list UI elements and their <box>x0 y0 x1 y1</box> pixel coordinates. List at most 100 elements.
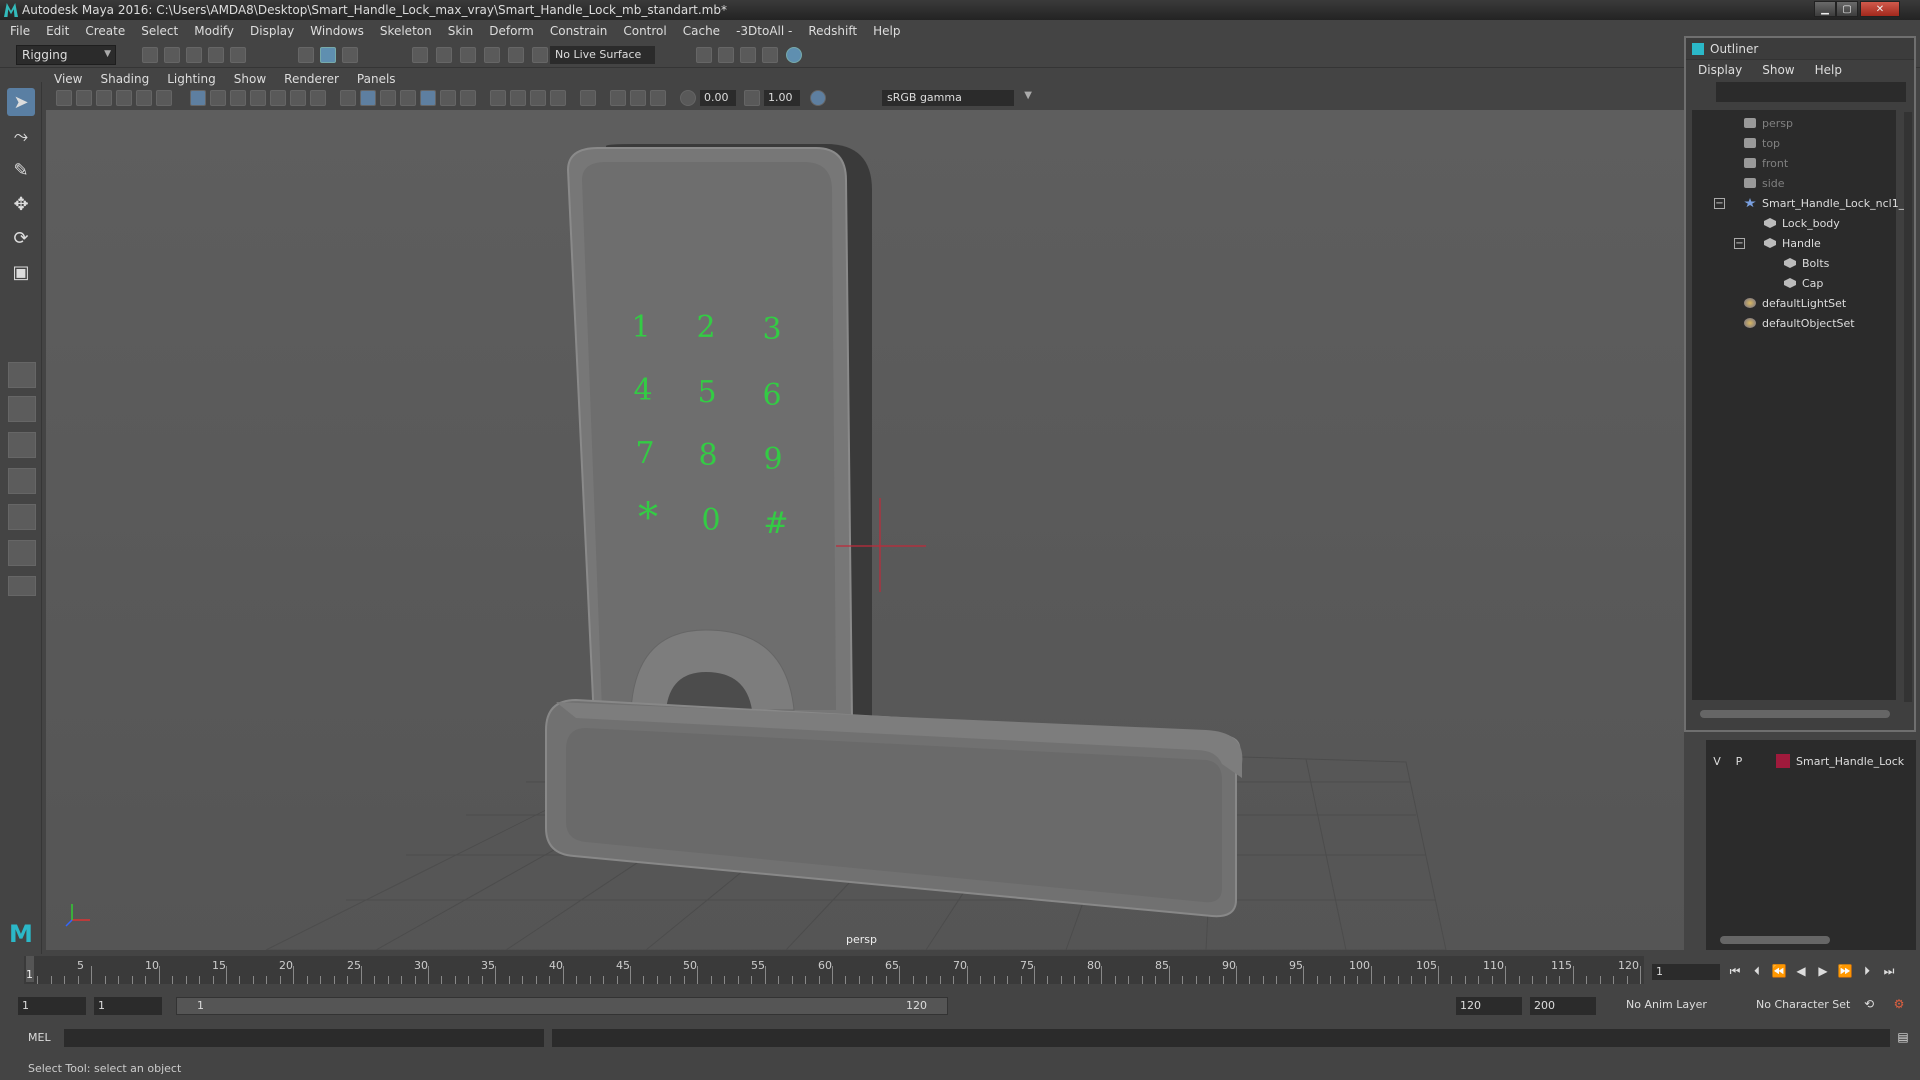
layer-color-swatch[interactable] <box>1776 754 1790 768</box>
smooth-shade-icon[interactable] <box>360 90 376 106</box>
step-back-frame-icon[interactable]: ⏴ <box>1748 964 1766 980</box>
step-back-key-icon[interactable]: ⏪ <box>1770 964 1788 980</box>
select-tool-icon[interactable]: ➤ <box>7 88 35 116</box>
undo-icon[interactable] <box>208 47 224 63</box>
single-perspective-layout-icon[interactable] <box>8 362 36 388</box>
menu-redshift[interactable]: Redshift <box>808 24 857 38</box>
field-chart-icon[interactable] <box>270 90 286 106</box>
maximize-button[interactable]: ▢ <box>1836 1 1858 17</box>
panel-menu-view[interactable]: View <box>54 72 82 86</box>
bookmark-icon[interactable] <box>96 90 112 106</box>
panel-menu-show[interactable]: Show <box>234 72 266 86</box>
select-component-icon[interactable] <box>342 47 358 63</box>
two-d-pan-zoom-icon[interactable] <box>136 90 152 106</box>
menu-select[interactable]: Select <box>141 24 178 38</box>
live-surface-field[interactable]: No Live Surface <box>550 46 655 64</box>
command-input[interactable] <box>64 1029 544 1047</box>
layer-row[interactable]: V P Smart_Handle_Lock <box>1706 752 1916 770</box>
snap-curve-icon[interactable] <box>436 47 452 63</box>
playback-start-field[interactable]: 1 <box>94 997 162 1015</box>
outliner-horizontal-scrollbar[interactable] <box>1700 710 1890 718</box>
motion-blur-icon[interactable] <box>510 90 526 106</box>
menu-deform[interactable]: Deform <box>489 24 534 38</box>
anim-layer-dropdown[interactable]: No Anim Layer <box>1626 998 1707 1011</box>
menu-skeleton[interactable]: Skeleton <box>380 24 432 38</box>
minimize-button[interactable]: ▁ <box>1814 1 1836 17</box>
animation-end-field[interactable]: 200 <box>1530 997 1596 1015</box>
new-scene-icon[interactable] <box>142 47 158 63</box>
outliner-vertical-scrollbar[interactable] <box>1904 112 1912 702</box>
exposure-field[interactable]: 0.00 <box>700 90 736 106</box>
use-default-material-icon[interactable] <box>380 90 396 106</box>
view-transform-dropdown[interactable]: sRGB gamma <box>882 90 1032 106</box>
move-tool-icon[interactable]: ✥ <box>7 190 35 218</box>
menu-help[interactable]: Help <box>873 24 900 38</box>
outliner-item-persp[interactable]: persp <box>1744 114 1793 132</box>
render-settings-icon[interactable] <box>696 47 712 63</box>
save-scene-icon[interactable] <box>186 47 202 63</box>
color-management-icon[interactable] <box>810 90 826 106</box>
outliner-menu-show[interactable]: Show <box>1762 63 1794 77</box>
lasso-tool-icon[interactable]: ⤳ <box>7 122 35 150</box>
hypershade-icon[interactable] <box>786 47 802 63</box>
menu-skin[interactable]: Skin <box>448 24 474 38</box>
menu-constrain[interactable]: Constrain <box>550 24 608 38</box>
panel-menu-lighting[interactable]: Lighting <box>167 72 216 86</box>
camera-attributes-icon[interactable] <box>76 90 92 106</box>
wireframe-icon[interactable] <box>340 90 356 106</box>
exposure-icon[interactable] <box>680 90 696 106</box>
perspective-viewport[interactable]: 1 2 3 4 5 6 7 8 9 * 0 # persp <box>46 110 1684 950</box>
grease-pencil-icon[interactable] <box>156 90 172 106</box>
outliner-item-default-light-set[interactable]: defaultLightSet <box>1744 294 1846 312</box>
anti-aliasing-icon[interactable] <box>530 90 546 106</box>
hypershade-layout-icon[interactable] <box>8 504 36 530</box>
collapse-handle-icon[interactable]: − <box>1734 238 1745 249</box>
redo-icon[interactable] <box>230 47 246 63</box>
rotate-tool-icon[interactable]: ⟳ <box>7 224 35 252</box>
film-gate-icon[interactable] <box>210 90 226 106</box>
menu-set-dropdown[interactable]: Rigging <box>16 45 116 65</box>
snap-point-icon[interactable] <box>460 47 476 63</box>
outliner-menu-display[interactable]: Display <box>1698 63 1742 77</box>
collapse-group-icon[interactable]: − <box>1714 198 1725 209</box>
play-forwards-icon[interactable]: ▶ <box>1814 964 1832 980</box>
persp-outliner-layout-icon[interactable] <box>8 432 36 458</box>
menu-create[interactable]: Create <box>85 24 125 38</box>
snap-grid-icon[interactable] <box>412 47 428 63</box>
time-slider[interactable]: 5 10 15 20 25 30 35 40 45 50 55 60 65 70 75 80 85 90 95 100… <box>0 954 1920 986</box>
render-view-icon[interactable] <box>762 47 778 63</box>
outliner-item-handle[interactable]: Handle <box>1764 234 1821 252</box>
step-forward-frame-icon[interactable]: ⏵ <box>1858 964 1876 980</box>
current-frame-field[interactable]: 1 <box>1652 964 1720 980</box>
render-frame-icon[interactable] <box>718 47 734 63</box>
mel-language-toggle[interactable]: MEL <box>28 1031 51 1044</box>
grid-toggle-icon[interactable] <box>190 90 206 106</box>
four-view-layout-icon[interactable] <box>8 396 36 422</box>
menu-display[interactable]: Display <box>250 24 294 38</box>
snap-surface-icon[interactable] <box>508 47 524 63</box>
outliner-item-bolts[interactable]: Bolts <box>1784 254 1829 272</box>
textured-icon[interactable] <box>420 90 436 106</box>
resolution-gate-icon[interactable] <box>230 90 246 106</box>
xray-joints-icon[interactable] <box>630 90 646 106</box>
snap-view-plane-icon[interactable] <box>484 47 500 63</box>
time-slider-track[interactable]: 5 10 15 20 25 30 35 40 45 50 55 60 65 70 75 80 85 90 95 100… <box>24 956 1644 984</box>
menu-modify[interactable]: Modify <box>194 24 234 38</box>
menu-control[interactable]: Control <box>623 24 666 38</box>
panel-menu-renderer[interactable]: Renderer <box>284 72 339 86</box>
go-to-start-icon[interactable]: ⏮ <box>1726 964 1744 980</box>
menu-file[interactable]: File <box>10 24 30 38</box>
character-set-dropdown[interactable]: No Character Set <box>1756 998 1850 1011</box>
safe-title-icon[interactable] <box>310 90 326 106</box>
gamma-field[interactable]: 1.00 <box>764 90 800 106</box>
xray-components-icon[interactable] <box>650 90 666 106</box>
current-time-marker[interactable]: 1 <box>26 956 34 982</box>
menu-windows[interactable]: Windows <box>310 24 364 38</box>
play-backwards-icon[interactable]: ◀ <box>1792 964 1810 980</box>
screen-space-ao-icon[interactable] <box>490 90 506 106</box>
script-editor-icon[interactable]: ▤ <box>1894 1030 1912 1046</box>
playback-end-field[interactable]: 120 <box>1456 997 1522 1015</box>
camera-select-icon[interactable] <box>56 90 72 106</box>
animation-start-field[interactable]: 1 <box>18 997 86 1015</box>
panel-menu-panels[interactable]: Panels <box>357 72 396 86</box>
